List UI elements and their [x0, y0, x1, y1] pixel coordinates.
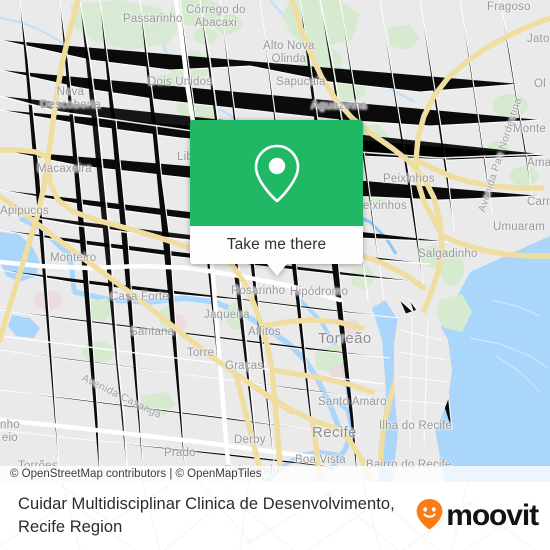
take-me-there-button[interactable]: Take me there: [190, 226, 363, 264]
moovit-smiley-pin-icon: [414, 497, 445, 536]
place-popup[interactable]: Take me there: [190, 120, 363, 276]
bottom-bar: Cuidar Multidisciplinar Clinica de Desen…: [0, 482, 550, 550]
moovit-map-card: Passarinho Córrego do Abacaxi Fragoso Alt…: [0, 0, 550, 550]
venue-title: Cuidar Multidisciplinar Clinica de Desen…: [18, 495, 395, 536]
moovit-logo[interactable]: moovit: [414, 497, 539, 536]
map-canvas[interactable]: Passarinho Córrego do Abacaxi Fragoso Alt…: [0, 0, 550, 482]
location-pin-icon: [251, 141, 303, 205]
map-attribution[interactable]: © OpenStreetMap contributors | © OpenMap…: [0, 466, 550, 482]
take-me-there-label: Take me there: [226, 236, 327, 253]
popup-header: [190, 120, 363, 226]
moovit-wordmark: moovit: [446, 499, 539, 532]
popup-pointer: [266, 264, 287, 276]
